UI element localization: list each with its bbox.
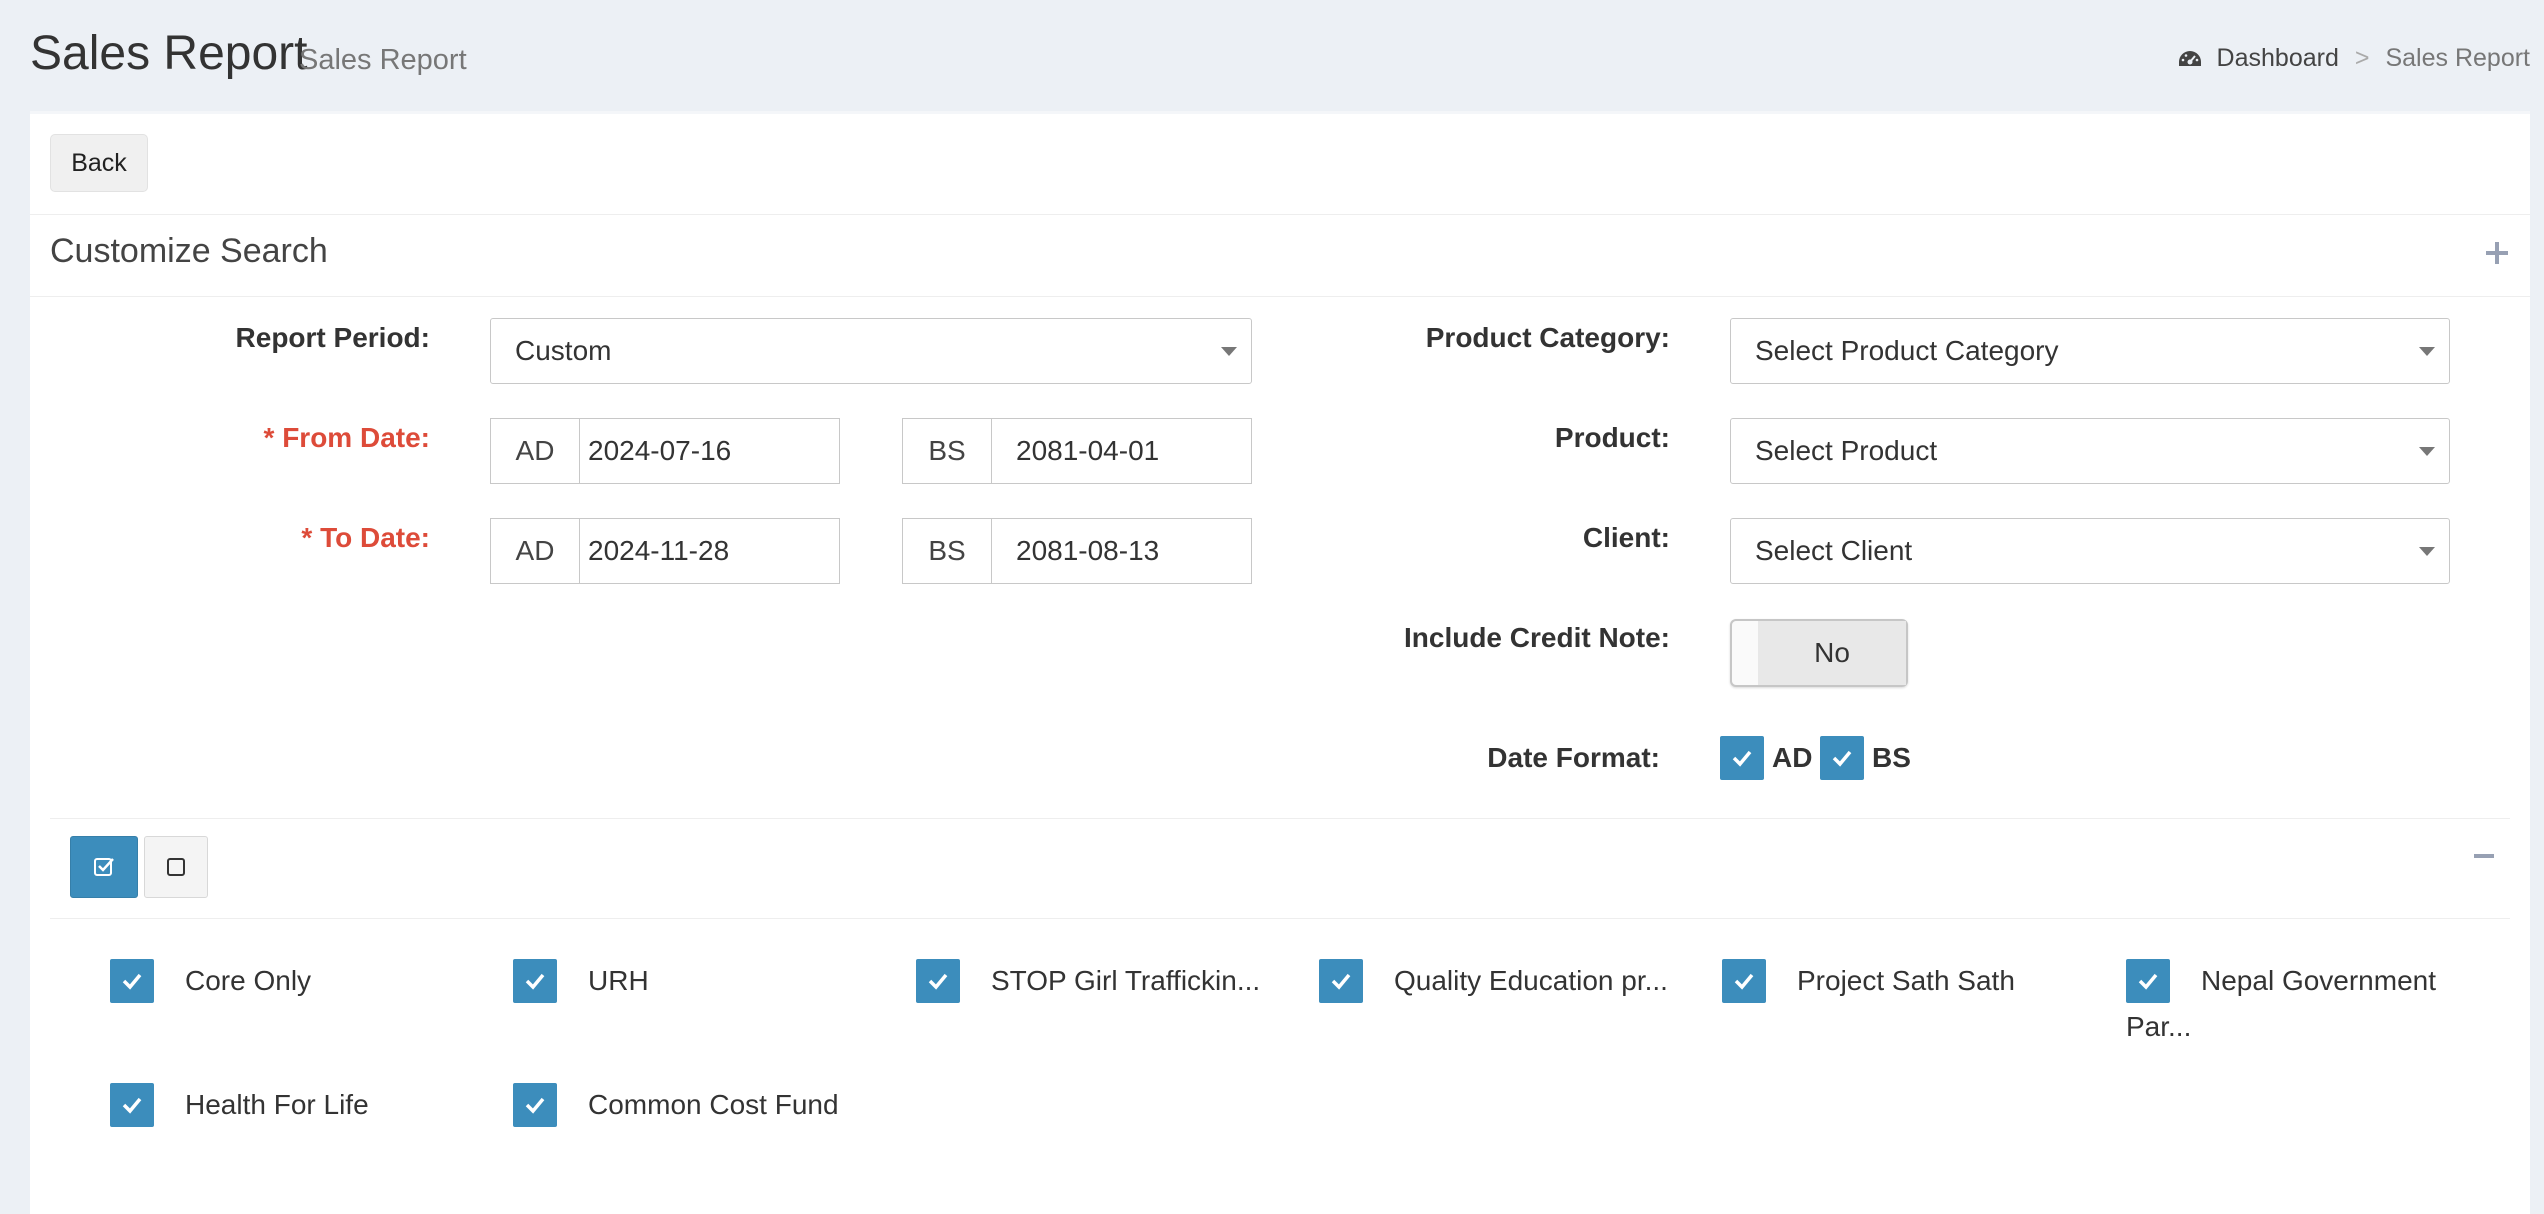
collapse-minus-icon[interactable] [2474,854,2494,858]
breadcrumb-separator: > [2354,44,2370,72]
to-date-ad-addon: AD [491,519,580,583]
page-subtitle: Sales Report [299,44,467,76]
breadcrumb-dashboard[interactable]: Dashboard [2217,44,2339,73]
from-date-ad-addon: AD [491,419,580,483]
breadcrumb-current: Sales Report [2385,44,2530,72]
divider [50,918,2510,919]
credit-note-label: Include Credit Note: [1403,622,1670,653]
date-format-ad-checkbox[interactable] [1720,736,1764,780]
toggle-label: No [1758,621,1906,685]
to-date-ad-input[interactable]: 2024-11-28 [580,519,839,583]
project-label: Core Only [185,965,312,996]
date-format-bs-checkbox[interactable] [1820,736,1864,780]
chevron-down-icon [2419,547,2435,556]
project-checkbox[interactable] [2126,959,2170,1003]
product-placeholder: Select Product [1755,435,1938,466]
checkmark-icon [1832,750,1852,767]
divider [50,818,2510,819]
project-checkbox[interactable] [1319,959,1363,1003]
credit-note-toggle[interactable]: No [1730,619,1908,687]
project-checkbox[interactable] [110,959,154,1003]
divider [30,296,2530,297]
client-placeholder: Select Client [1755,535,1913,566]
from-date-bs-addon: BS [903,419,992,483]
report-period-value: Custom [515,335,612,366]
date-format-bs-label: BS [1872,742,1911,773]
project-checkbox[interactable] [916,959,960,1003]
product-category-placeholder: Select Product Category [1755,335,2059,366]
project-label: Quality Education pr... [1394,965,1668,996]
from-date-bs-input[interactable]: 2081-04-01 [992,419,1251,483]
expand-plus-icon[interactable] [2486,242,2508,264]
chevron-down-icon [2419,447,2435,456]
breadcrumb: Dashboard > Sales Report [2177,44,2530,73]
project-checkbox[interactable] [1722,959,1766,1003]
back-button[interactable]: Back [50,134,148,192]
report-box: Back Customize Search Report Period: Cus… [30,111,2530,1214]
checkmark-icon [122,1097,142,1114]
project-label: URH [588,965,649,996]
product-category-select[interactable]: Select Product Category [1730,318,2450,384]
to-date-bs-input[interactable]: 2081-08-13 [992,519,1251,583]
page-title: Sales Report [30,27,308,80]
date-format-label: Date Format: [1487,742,1660,773]
product-select[interactable]: Select Product [1730,418,2450,484]
project-label: Common Cost Fund [588,1089,839,1120]
project-label-continuation: Par... [2126,1011,2192,1042]
from-date-ad-group[interactable]: AD 2024-07-16 [490,418,840,484]
project-checkbox[interactable] [513,959,557,1003]
toggle-knob [1732,621,1759,685]
project-checkbox[interactable] [110,1083,154,1127]
customize-search-title: Customize Search [50,232,328,270]
checkmark-icon [1331,973,1351,990]
to-date-bs-addon: BS [903,519,992,583]
checkmark-icon [1732,750,1752,767]
checkmark-icon [122,973,142,990]
project-label: Health For Life [185,1089,369,1120]
report-period-label: Report Period: [235,322,430,353]
checkmark-icon [2138,973,2158,990]
from-date-bs-group[interactable]: BS 2081-04-01 [902,418,1252,484]
project-label: Project Sath Sath [1797,965,2015,996]
to-date-bs-group[interactable]: BS 2081-08-13 [902,518,1252,584]
client-select[interactable]: Select Client [1730,518,2450,584]
check-square-icon [94,858,114,876]
chevron-down-icon [2419,347,2435,356]
product-label: Product: [1554,422,1670,453]
to-date-ad-group[interactable]: AD 2024-11-28 [490,518,840,584]
checkmark-icon [928,973,948,990]
check-all-button[interactable] [70,836,138,898]
project-label: Nepal Government [2201,965,2437,996]
uncheck-all-button[interactable] [144,836,208,898]
project-checkbox[interactable] [513,1083,557,1127]
report-period-select[interactable]: Custom [490,318,1252,384]
from-date-ad-input[interactable]: 2024-07-16 [580,419,839,483]
date-format-ad-label: AD [1772,742,1813,773]
empty-square-icon [167,858,185,876]
product-category-label: Product Category: [1425,322,1670,353]
checkmark-icon [525,1097,545,1114]
checkmark-icon [525,973,545,990]
page-header: Sales Report Sales Report Dashboard > Sa… [30,22,2530,92]
project-label: STOP Girl Traffickin... [991,965,1261,996]
dashboard-icon [2178,50,2201,66]
checkmark-icon [1734,973,1754,990]
to-date-label: * To Date: [301,522,430,553]
from-date-label: * From Date: [263,422,430,453]
divider [30,214,2530,215]
client-label: Client: [1582,522,1670,553]
